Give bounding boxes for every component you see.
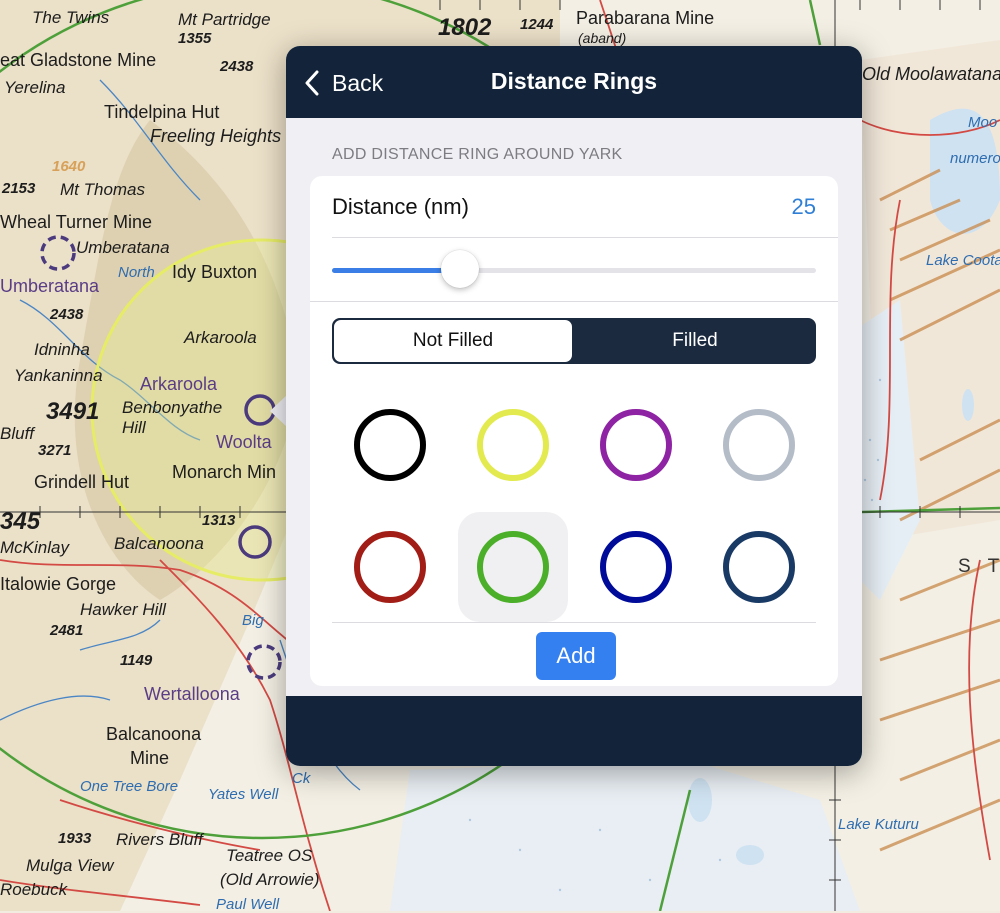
bottom-bar xyxy=(286,696,862,766)
map-label: Roebuck xyxy=(0,880,68,899)
page-title: Distance Rings xyxy=(490,68,658,94)
map-label: 345 xyxy=(0,508,41,535)
map-label: 1355 xyxy=(178,30,212,47)
distance-value: 25 xyxy=(791,194,816,219)
distance-label: Distance (nm) xyxy=(332,194,469,219)
map-label: 1802 xyxy=(438,14,492,41)
map-label: Mine xyxy=(130,748,170,768)
map-label: Ck xyxy=(292,770,311,787)
map-label: McKinlay xyxy=(0,538,69,557)
map-label: Wheal Turner Mine xyxy=(0,212,153,232)
distance-rings-popover: Back Distance Rings ADD DISTANCE RING AR… xyxy=(286,46,862,766)
distance-row: Distance (nm) 25 xyxy=(310,176,838,236)
ring-icon xyxy=(354,409,426,481)
map-label: Umberatana xyxy=(76,238,170,257)
map-label: Mulga View xyxy=(26,856,114,875)
map-label: Moo xyxy=(968,114,998,131)
ring-icon xyxy=(723,531,795,603)
color-swatch-purple[interactable] xyxy=(581,390,691,500)
map-label: Teatree OS xyxy=(226,846,313,865)
map-label: North xyxy=(118,264,155,281)
map-label: (aband) xyxy=(578,30,627,46)
map-label: Balcanoona xyxy=(114,534,204,553)
map-label: Arkaroola xyxy=(140,374,218,394)
segment-filled[interactable]: Filled xyxy=(576,320,814,362)
ring-icon xyxy=(600,531,672,603)
map-label: Yerelina xyxy=(4,78,66,97)
map-label: Italowie Gorge xyxy=(0,574,117,594)
distance-slider[interactable] xyxy=(332,250,816,290)
map-label: Hawker Hill xyxy=(80,600,166,619)
map-label: Lake Kuturu xyxy=(838,816,919,833)
ring-icon xyxy=(723,409,795,481)
map-label: Rivers Bluff xyxy=(116,830,203,849)
map-label: Hill xyxy=(122,418,146,437)
map-label: Paul Well xyxy=(216,896,280,913)
map-label: 1640 xyxy=(52,158,86,175)
map-label: 1244 xyxy=(520,16,554,33)
map-label: numero xyxy=(950,150,1000,167)
settings-card: Distance (nm) 25 Not Filled Filled Add xyxy=(310,176,838,686)
map-label: Woolta xyxy=(216,432,272,452)
map-label: Idy Buxton xyxy=(172,262,258,282)
map-label: S T xyxy=(958,556,1000,577)
map-label: Benbonyathe xyxy=(122,398,223,417)
map-label: Tindelpina Hut xyxy=(104,102,220,122)
ring-icon xyxy=(600,409,672,481)
map-label: 1149 xyxy=(120,652,153,669)
map-label: 3491 xyxy=(46,398,100,425)
map-label: Arkaroola xyxy=(184,328,257,347)
map-label: Idninha xyxy=(34,340,90,359)
navigation-bar: Back Distance Rings xyxy=(286,46,862,118)
map-label: Umberatana xyxy=(0,276,100,296)
map-label: Parabarana Mine xyxy=(576,8,715,28)
map-label: Yankaninna xyxy=(14,366,103,385)
ring-icon xyxy=(477,409,549,481)
map-label: 2438 xyxy=(220,58,254,75)
map-label: Freeling Heights xyxy=(150,126,282,146)
color-swatch-black[interactable] xyxy=(335,390,445,500)
color-swatch-yellow[interactable] xyxy=(458,390,568,500)
color-swatch-green[interactable] xyxy=(458,512,568,622)
map-label: 1313 xyxy=(202,512,236,529)
divider xyxy=(332,622,816,623)
color-swatch-dark-blue[interactable] xyxy=(704,512,814,622)
popover-arrow xyxy=(270,395,287,427)
color-swatch-red[interactable] xyxy=(335,512,445,622)
segment-not-filled[interactable]: Not Filled xyxy=(334,320,572,362)
map-label: Grindell Hut xyxy=(34,472,130,492)
divider xyxy=(332,237,838,238)
ring-icon xyxy=(354,531,426,603)
color-picker-grid xyxy=(310,376,838,626)
fill-mode-segmented-control[interactable]: Not Filled Filled xyxy=(332,318,816,364)
section-header: ADD DISTANCE RING AROUND YARK xyxy=(332,146,623,163)
map-label: Big xyxy=(242,612,264,629)
map-label: Monarch Min xyxy=(172,462,277,482)
slider-thumb[interactable] xyxy=(441,250,479,288)
add-button[interactable]: Add xyxy=(536,632,616,680)
map-label: Old Moolawatana xyxy=(862,64,1000,84)
map-label: 3271 xyxy=(38,442,72,459)
map-label: Wertalloona xyxy=(144,684,240,704)
map-label: Balcanoona xyxy=(106,724,202,744)
map-label: 2438 xyxy=(50,306,84,323)
ring-icon xyxy=(477,531,549,603)
map-label: Lake Cootabarlow xyxy=(926,252,1000,269)
map-label: 2481 xyxy=(50,622,84,639)
map-label: The Twins xyxy=(32,8,110,27)
color-swatch-navy[interactable] xyxy=(581,512,691,622)
color-swatch-light-gray[interactable] xyxy=(704,390,814,500)
map-label: Yates Well xyxy=(208,786,279,803)
map-label: Mt Partridge xyxy=(178,10,271,29)
map-label: 1933 xyxy=(58,830,92,847)
map-label: eat Gladstone Mine xyxy=(0,50,157,70)
map-label: (Old Arrowie) xyxy=(220,870,320,889)
map-label: 2153 xyxy=(2,180,36,197)
map-label: One Tree Bore xyxy=(80,778,179,795)
map-label: Bluff xyxy=(0,424,35,443)
map-label: Mt Thomas xyxy=(60,180,146,199)
divider xyxy=(310,301,838,302)
